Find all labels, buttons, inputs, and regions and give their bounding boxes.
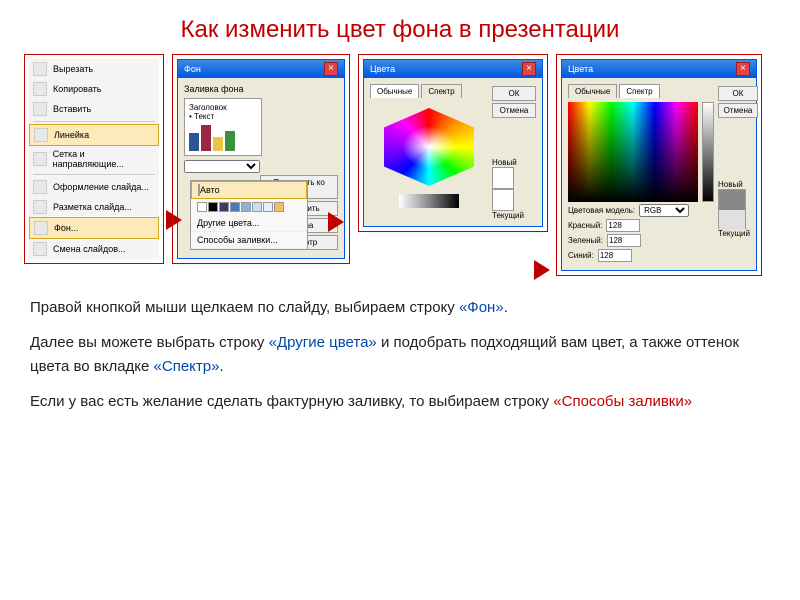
spectrum-picker[interactable] (568, 102, 698, 202)
bucket-icon (34, 221, 48, 235)
context-menu: Вырезать Копировать Вставить Линейка Сет… (29, 59, 159, 259)
ctx-paste[interactable]: Вставить (29, 99, 159, 119)
ruler-icon (34, 128, 48, 142)
close-icon[interactable]: × (324, 62, 338, 76)
ctx-background[interactable]: Фон... (29, 217, 159, 239)
colors-spec-titlebar: Цвета × (562, 60, 756, 78)
tab-standard[interactable]: Обычные (568, 84, 617, 98)
color-model-select[interactable]: RGB (639, 204, 689, 217)
design-icon (33, 180, 47, 194)
color-swatch[interactable] (219, 202, 229, 212)
green-input[interactable] (607, 234, 641, 247)
color-compare-swatch (718, 189, 746, 229)
fill-dialog-titlebar: Фон × (178, 60, 344, 78)
ctx-transition[interactable]: Смена слайдов... (29, 239, 159, 259)
ctx-layout[interactable]: Разметка слайда... (29, 197, 159, 217)
color-swatch[interactable] (208, 202, 218, 212)
paste-icon (33, 102, 47, 116)
ok-button[interactable]: ОК (492, 86, 536, 101)
copy-icon (33, 82, 47, 96)
cancel-button[interactable]: Отмена (492, 103, 536, 118)
tab-standard[interactable]: Обычные (370, 84, 419, 98)
close-icon[interactable]: × (736, 62, 750, 76)
color-swatch-row (191, 199, 307, 215)
scissors-icon (33, 62, 47, 76)
description-text: Правой кнопкой мыши щелкаем по слайду, в… (0, 276, 800, 445)
current-color-swatch (492, 189, 514, 211)
colors-standard-dialog: Цвета × Обычные Спектр (363, 59, 543, 227)
color-swatch[interactable] (230, 202, 240, 212)
color-swatch[interactable] (263, 202, 273, 212)
color-swatch[interactable] (197, 202, 207, 212)
grid-icon (33, 152, 47, 166)
fill-color-dropdown[interactable] (184, 160, 260, 173)
hex-color-picker[interactable] (370, 102, 488, 214)
fill-effects[interactable]: Способы заливки... (191, 232, 307, 249)
colors-standard-panel: Цвета × Обычные Спектр (358, 54, 548, 232)
colors-spectrum-panel: Цвета × Обычные Спектр Цветовая моде (556, 54, 762, 276)
arrow-icon (534, 260, 550, 280)
fill-section-label: Заливка фона (184, 84, 262, 94)
ctx-grid[interactable]: Сетка и направляющие... (29, 146, 159, 172)
colors-std-titlebar: Цвета × (364, 60, 542, 78)
ctx-ruler[interactable]: Линейка (29, 124, 159, 146)
fill-preview: Заголовок • Текст (184, 98, 262, 156)
ctx-design[interactable]: Оформление слайда... (29, 177, 159, 197)
transition-icon (33, 242, 47, 256)
page-title: Как изменить цвет фона в презентации (0, 0, 800, 54)
cancel-button[interactable]: Отмена (718, 103, 758, 118)
tab-spectrum[interactable]: Спектр (421, 84, 461, 98)
ctx-copy[interactable]: Копировать (29, 79, 159, 99)
new-color-swatch (492, 167, 514, 189)
layout-icon (33, 200, 47, 214)
color-swatch[interactable] (252, 202, 262, 212)
colors-spectrum-dialog: Цвета × Обычные Спектр Цветовая моде (561, 59, 757, 271)
ctx-cut[interactable]: Вырезать (29, 59, 159, 79)
close-icon[interactable]: × (522, 62, 536, 76)
arrow-icon (328, 212, 344, 232)
tab-spectrum[interactable]: Спектр (619, 84, 659, 98)
color-swatch[interactable] (241, 202, 251, 212)
ok-button[interactable]: ОК (718, 86, 758, 101)
color-auto[interactable]: Авто (191, 181, 307, 199)
fill-color-menu: Авто Другие цвета... Способы заливки... (190, 180, 308, 250)
more-colors[interactable]: Другие цвета... (191, 215, 307, 232)
blue-input[interactable] (598, 249, 632, 262)
red-input[interactable] (606, 219, 640, 232)
color-swatch[interactable] (274, 202, 284, 212)
arrow-icon (166, 210, 182, 230)
lightness-slider[interactable] (702, 102, 714, 202)
context-menu-panel: Вырезать Копировать Вставить Линейка Сет… (24, 54, 164, 264)
